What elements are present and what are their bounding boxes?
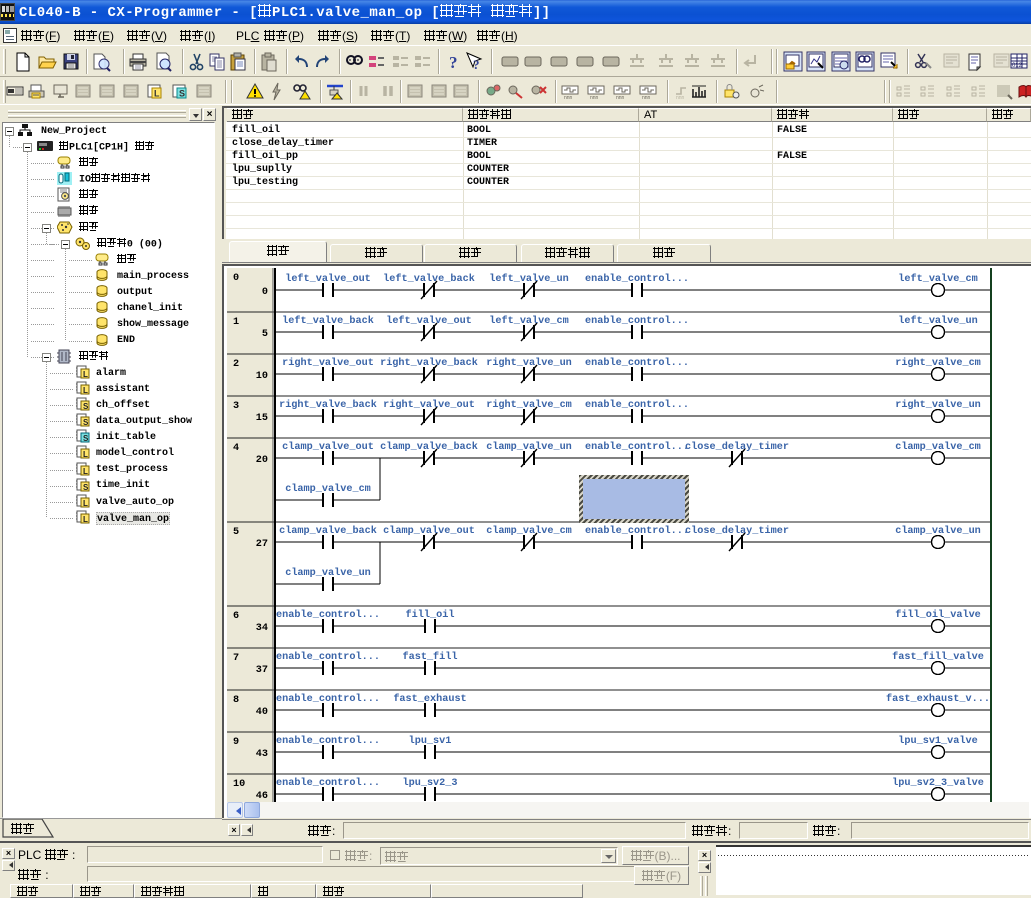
svg-text:fast_fill: fast_fill — [402, 651, 457, 663]
svg-text:0: 0 — [262, 287, 268, 298]
svg-text:fill_oil: fill_oil — [406, 609, 455, 621]
svg-text:S: S — [83, 402, 89, 411]
svg-text:left_valve_back: left_valve_back — [383, 273, 475, 285]
svg-text:S: S — [83, 418, 89, 427]
svg-text:right_valve_cm: right_valve_cm — [486, 399, 572, 411]
svg-text:right_valve_cm: right_valve_cm — [895, 357, 981, 369]
svg-text:nnn: nnn — [616, 95, 625, 101]
svg-text:5: 5 — [262, 329, 268, 340]
svg-text:clamp_valve_cm: clamp_valve_cm — [895, 441, 981, 453]
svg-text:lpu_sv2_3: lpu_sv2_3 — [402, 777, 457, 789]
svg-text:46: 46 — [256, 791, 268, 802]
svg-text:L: L — [83, 386, 88, 395]
svg-text:enable_control...: enable_control... — [276, 735, 380, 747]
svg-text:012: 012 — [1012, 63, 1023, 69]
svg-text:enable_control...: enable_control... — [585, 399, 689, 411]
svg-text:enable_control...: enable_control... — [585, 273, 689, 285]
svg-text:nnn: nnn — [676, 95, 685, 101]
svg-text:left_valve_out: left_valve_out — [386, 315, 472, 327]
svg-text:right_valve_out: right_valve_out — [383, 399, 475, 411]
svg-text:8: 8 — [233, 695, 239, 706]
svg-text:left_valve_back: left_valve_back — [282, 315, 374, 327]
svg-text:L: L — [83, 467, 88, 476]
svg-text:S: S — [179, 89, 185, 99]
svg-text:clamp_valve_back: clamp_valve_back — [279, 525, 377, 537]
svg-text:enable_control...: enable_control... — [276, 609, 380, 621]
svg-text:close_delay_timer: close_delay_timer — [685, 525, 789, 537]
svg-text:37: 37 — [256, 665, 268, 676]
svg-text:enable_control...: enable_control... — [585, 357, 689, 369]
svg-text:0: 0 — [233, 273, 239, 284]
svg-text:20: 20 — [256, 455, 268, 466]
svg-text:close_delay_timer: close_delay_timer — [685, 441, 789, 453]
svg-text:clamp_valve_cm: clamp_valve_cm — [486, 525, 572, 537]
svg-text:L: L — [83, 515, 88, 524]
svg-text:nnn: nnn — [590, 95, 599, 101]
svg-text:enable_control...: enable_control... — [276, 777, 380, 789]
svg-text:clamp_valve_out: clamp_valve_out — [282, 441, 374, 453]
svg-text:clamp_valve_un: clamp_valve_un — [486, 441, 572, 453]
svg-text:clamp_valve_out: clamp_valve_out — [383, 525, 475, 537]
svg-text:lpu_sv1_valve: lpu_sv1_valve — [898, 735, 977, 747]
svg-text:2: 2 — [233, 359, 239, 370]
svg-text:6: 6 — [233, 611, 239, 622]
svg-text:enable_control...: enable_control... — [276, 651, 380, 663]
svg-text:fill_oil_valve: fill_oil_valve — [895, 609, 981, 621]
svg-text:34: 34 — [256, 623, 268, 634]
svg-text:fast_exhaust_v...: fast_exhaust_v... — [886, 693, 990, 705]
svg-text:L: L — [83, 499, 88, 508]
svg-text:nnn: nnn — [642, 95, 651, 101]
svg-text:43: 43 — [256, 749, 268, 760]
svg-text:enable_control...: enable_control... — [276, 693, 380, 705]
svg-text:10: 10 — [233, 779, 245, 790]
svg-text:left_valve_un: left_valve_un — [898, 315, 977, 327]
svg-text:L: L — [154, 89, 160, 99]
svg-text:right_valve_back: right_valve_back — [380, 357, 478, 369]
svg-text:enable_control...: enable_control... — [585, 441, 689, 453]
svg-text:left_valve_cm: left_valve_cm — [489, 315, 568, 327]
svg-text:7: 7 — [233, 653, 239, 664]
svg-text:L: L — [83, 450, 88, 459]
svg-text:right_valve_out: right_valve_out — [282, 357, 374, 369]
svg-text:left_valve_cm: left_valve_cm — [898, 273, 977, 285]
svg-text:clamp_valve_back: clamp_valve_back — [380, 441, 478, 453]
svg-text:S: S — [83, 434, 89, 443]
svg-text:3: 3 — [233, 401, 239, 412]
svg-text:40: 40 — [256, 707, 268, 718]
svg-text:lpu_sv2_3_valve: lpu_sv2_3_valve — [892, 777, 984, 789]
svg-text:left_valve_out: left_valve_out — [285, 273, 371, 285]
svg-text:1: 1 — [233, 317, 239, 328]
svg-text:left_valve_un: left_valve_un — [489, 273, 568, 285]
svg-text:S: S — [83, 483, 89, 492]
svg-text:clamp_valve_un: clamp_valve_un — [895, 525, 981, 537]
svg-text:15: 15 — [256, 413, 268, 424]
svg-text:10: 10 — [256, 371, 268, 382]
svg-text:27: 27 — [256, 539, 268, 550]
svg-text:enable_control...: enable_control... — [585, 315, 689, 327]
svg-text:L: L — [83, 370, 88, 379]
svg-text:?: ? — [449, 53, 458, 72]
svg-text:4: 4 — [233, 443, 239, 454]
svg-text:5: 5 — [233, 527, 239, 538]
svg-text:right_valve_un: right_valve_un — [486, 357, 572, 369]
svg-text:fast_exhaust: fast_exhaust — [393, 693, 466, 705]
svg-text:nnn: nnn — [564, 95, 573, 101]
svg-text:9: 9 — [233, 737, 239, 748]
svg-text:lpu_sv1: lpu_sv1 — [409, 735, 452, 747]
svg-text:clamp_valve_un: clamp_valve_un — [285, 567, 371, 579]
svg-text:?: ? — [473, 57, 480, 72]
svg-text:right_valve_back: right_valve_back — [279, 399, 377, 411]
svg-text:clamp_valve_cm: clamp_valve_cm — [285, 483, 371, 495]
svg-text:right_valve_un: right_valve_un — [895, 399, 981, 411]
svg-text:fast_fill_valve: fast_fill_valve — [892, 651, 984, 663]
svg-text:enable_control...: enable_control... — [585, 525, 689, 537]
